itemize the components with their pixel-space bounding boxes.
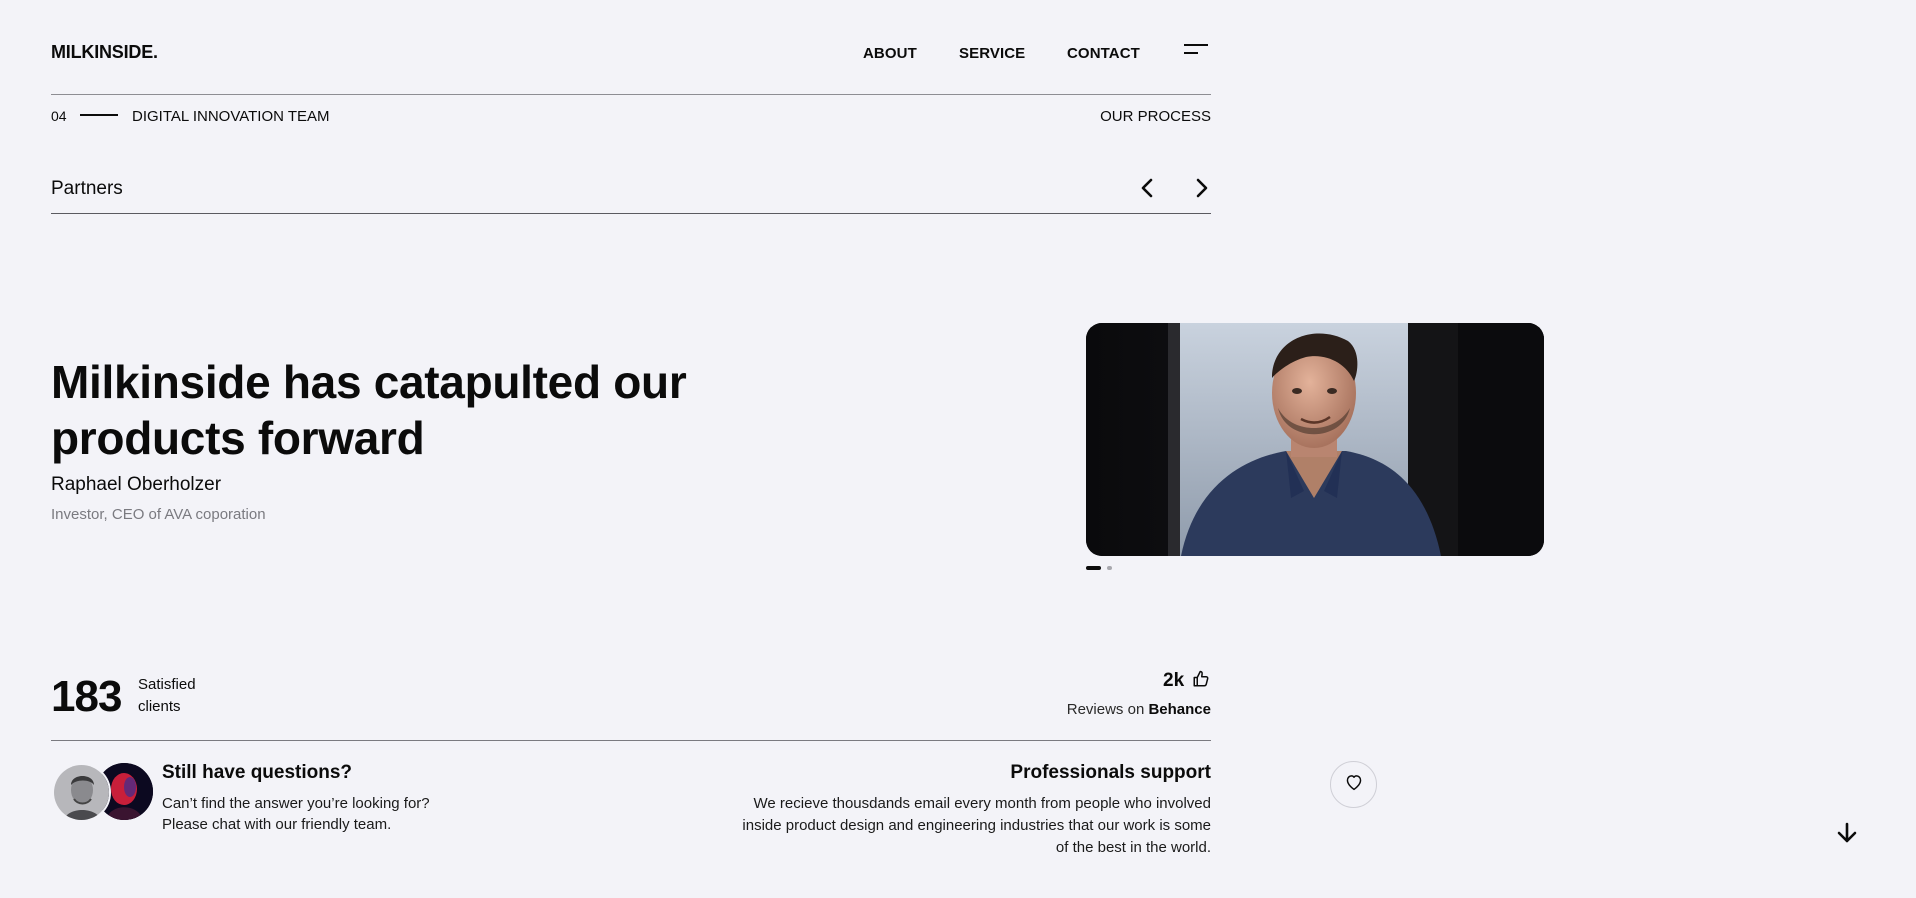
reviews-count: 2k [1163, 670, 1185, 691]
header-divider [51, 94, 1211, 95]
reviews-platform[interactable]: Behance [1148, 701, 1211, 718]
stats-divider [51, 740, 1211, 741]
partners-title: Partners [51, 178, 123, 199]
thumbs-up-icon [1192, 670, 1210, 688]
favorite-button[interactable] [1330, 761, 1377, 808]
our-process-link[interactable]: OUR PROCESS [1100, 108, 1211, 125]
support-body: We recieve thousdands email every month … [742, 795, 1211, 856]
nav-about[interactable]: ABOUT [863, 45, 917, 62]
questions-title: Still have questions? [162, 762, 353, 783]
testimonial-photo [1086, 323, 1544, 556]
chevron-right-icon[interactable] [1188, 175, 1214, 201]
reviews-prefix: Reviews on [1066, 701, 1145, 718]
partners-divider [51, 213, 1211, 214]
section-label: DIGITAL INNOVATION TEAM [132, 108, 330, 125]
logo[interactable]: MILKINSIDE. [51, 42, 158, 63]
questions-body: Can’t find the answer you’re looking for… [162, 795, 430, 833]
nav-contact[interactable]: CONTACT [1067, 45, 1140, 62]
chevron-left-icon[interactable] [1135, 175, 1161, 201]
avatar-team-1 [52, 763, 111, 822]
section-dash [80, 114, 118, 116]
support-title: Professionals support [1010, 762, 1211, 783]
hamburger-menu-icon[interactable] [1184, 43, 1210, 57]
arrow-down-icon[interactable] [1835, 821, 1859, 845]
reviews-label: Reviews on Behance [1067, 701, 1211, 718]
clients-label: Satisfied clients [138, 676, 196, 715]
carousel-dot[interactable] [1107, 566, 1112, 570]
carousel-dot-active[interactable] [1086, 566, 1101, 570]
clients-count: 183 [51, 672, 122, 721]
section-number: 04 [51, 108, 67, 124]
testimonial-author: Raphael Oberholzer [51, 474, 222, 495]
testimonial-author-role: Investor, CEO of AVA coporation [51, 506, 266, 523]
heart-icon [1344, 773, 1364, 796]
nav-service[interactable]: SERVICE [959, 45, 1025, 62]
testimonial-quote: Milkinside has catapulted our products f… [51, 356, 687, 464]
